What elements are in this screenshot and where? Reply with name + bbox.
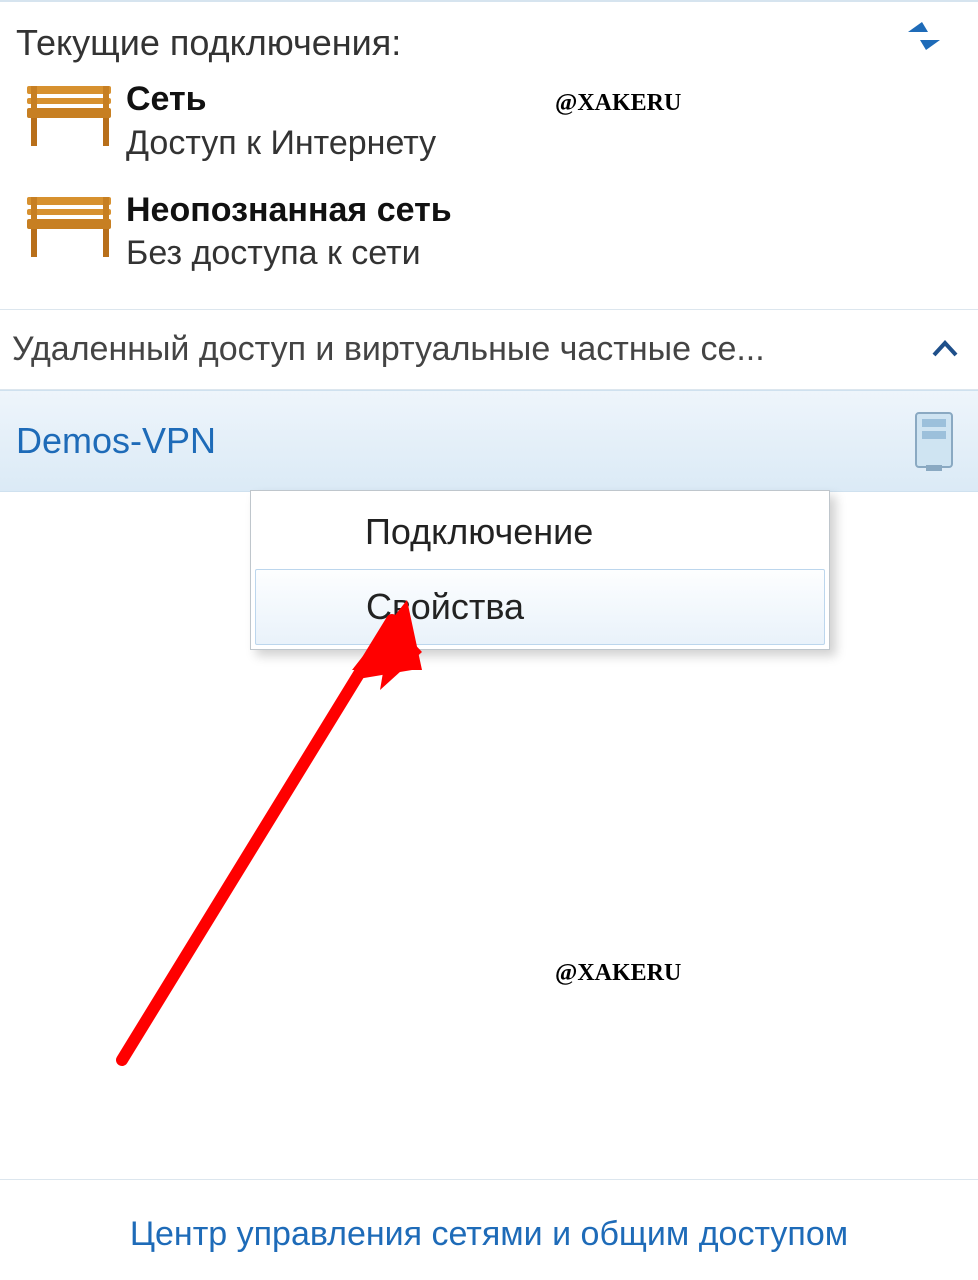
context-menu-item-connect[interactable]: Подключение [255,495,825,569]
footer-link-text: Центр управления сетями и общим доступом [130,1215,848,1254]
network-status: Доступ к Интернету [126,121,962,165]
header-title: Текущие подключения: [16,22,401,63]
vpn-connection-name: Demos-VPN [16,420,216,462]
chevron-up-icon [932,333,958,367]
bench-icon [16,78,126,152]
watermark-text: @XAKERU [555,960,681,987]
network-name: Сеть [126,78,962,121]
section-header-vpn[interactable]: Удаленный доступ и виртуальные частные с… [0,309,978,390]
computer-icon [910,409,958,473]
network-center-link[interactable]: Центр управления сетями и общим доступом [0,1188,978,1280]
watermark-text: @XAKERU [555,90,681,117]
vpn-connection-item[interactable]: Demos-VPN [0,390,978,492]
header: Текущие подключения: [0,0,978,64]
bench-icon [16,189,126,263]
network-status: Без доступа к сети [126,231,962,275]
context-menu-item-properties[interactable]: Свойства [255,569,825,645]
refresh-icon[interactable] [902,14,946,69]
network-item[interactable]: Неопознанная сеть Без доступа к сети [0,175,978,286]
network-name: Неопознанная сеть [126,189,962,232]
divider [0,1179,978,1180]
section-title: Удаленный доступ и виртуальные частные с… [12,330,765,369]
network-item[interactable]: Сеть Доступ к Интернету [0,64,978,175]
context-menu: Подключение Свойства [250,490,830,650]
